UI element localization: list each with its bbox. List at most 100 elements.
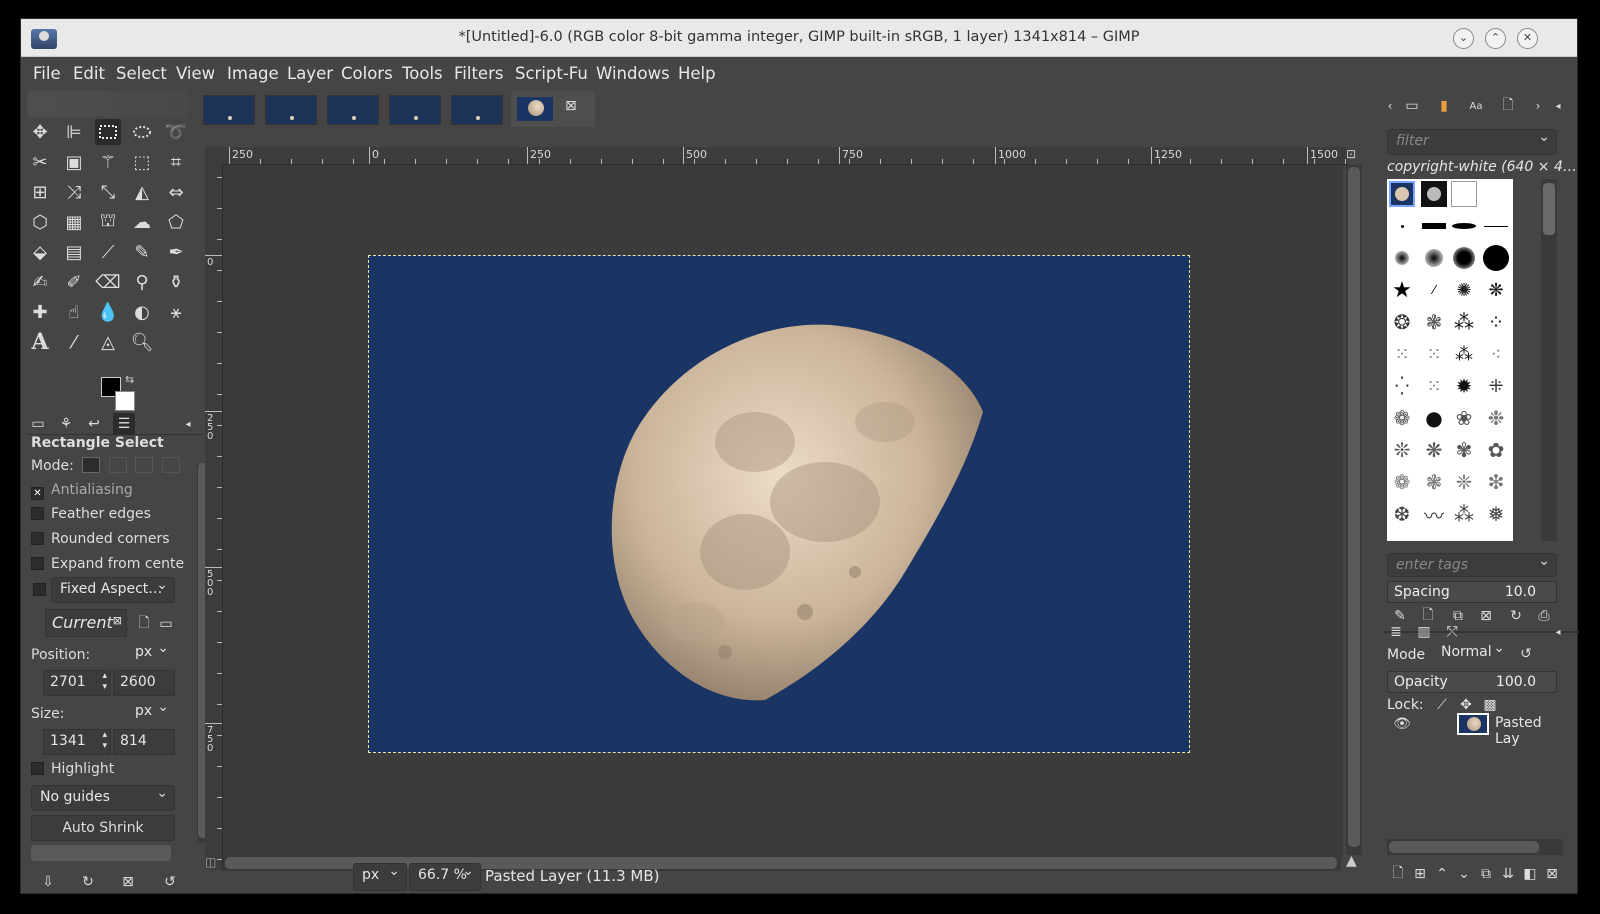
window-icon[interactable]: ▭ bbox=[155, 613, 177, 635]
image-viewport[interactable] bbox=[223, 165, 1343, 855]
brushes-tab-icon[interactable]: ▭ bbox=[1401, 95, 1423, 117]
position-x-input[interactable]: 2701 ▴ ▾ bbox=[43, 670, 111, 696]
mode-add-icon[interactable] bbox=[108, 457, 127, 473]
layer-mode-dropdown[interactable]: Normal bbox=[1433, 640, 1511, 667]
brush-item[interactable]: ⁂ bbox=[1451, 309, 1477, 335]
tool-options-tab-icon[interactable]: ☰ bbox=[113, 413, 135, 435]
new-layer-group-icon[interactable]: ⊞ bbox=[1409, 863, 1431, 885]
brush-item[interactable]: ❀ bbox=[1451, 405, 1477, 431]
dodge-burn-tool-icon[interactable]: ◐ bbox=[129, 299, 155, 325]
document-history-tab-icon[interactable]: 🗋︎ bbox=[1497, 95, 1519, 117]
brush-item[interactable]: ❁ bbox=[1389, 405, 1415, 431]
brush-item[interactable]: ⁙ bbox=[1421, 341, 1447, 367]
menu-tools[interactable]: Tools bbox=[402, 64, 443, 83]
clone-tool-icon[interactable]: ⚲ bbox=[129, 269, 155, 295]
patterns-tab-icon[interactable]: ▮ bbox=[1433, 95, 1455, 117]
channels-tab-icon[interactable]: ▥ bbox=[1413, 621, 1435, 643]
brush-item[interactable] bbox=[1421, 181, 1447, 207]
swap-colors-icon[interactable]: ⇆ bbox=[125, 373, 134, 386]
save-options-icon[interactable]: ⇩ bbox=[37, 871, 59, 893]
unit-dropdown[interactable]: px bbox=[353, 863, 407, 891]
scrollbar-thumb[interactable] bbox=[1348, 167, 1360, 847]
zoom-fit-icon[interactable]: ⊡ bbox=[1346, 147, 1356, 161]
fuzzy-select-tool-icon[interactable]: ⚚ bbox=[95, 149, 121, 175]
size-height-input[interactable]: 814 bbox=[113, 729, 175, 755]
brush-item[interactable]: ⁙ bbox=[1421, 373, 1447, 399]
spin-arrows-icon[interactable]: ▴ ▾ bbox=[102, 671, 107, 693]
vertical-ruler[interactable]: 0 250 500 750 bbox=[205, 165, 223, 870]
mode-intersect-icon[interactable] bbox=[161, 457, 180, 473]
maximize-button[interactable]: ⌃ bbox=[1485, 28, 1506, 49]
menu-file[interactable]: File bbox=[33, 64, 61, 83]
current-preset-field[interactable]: Current ⊠ bbox=[45, 609, 127, 637]
menu-filters[interactable]: Filters bbox=[454, 64, 503, 83]
layer-row[interactable]: 👁︎ Pasted Lay bbox=[1387, 709, 1563, 747]
brush-item[interactable]: ❋ bbox=[1421, 437, 1447, 463]
rotate-tool-icon[interactable]: ⤡ bbox=[95, 179, 121, 205]
heal-tool-icon[interactable]: ✚ bbox=[27, 299, 53, 325]
dock-menu-icon[interactable]: ◂ bbox=[1547, 95, 1569, 117]
mypaint-tool-icon[interactable]: ✐ bbox=[61, 269, 87, 295]
menu-layer[interactable]: Layer bbox=[287, 64, 333, 83]
scissors-tool-icon[interactable]: ✂ bbox=[27, 149, 53, 175]
rect-select-tool-icon[interactable] bbox=[95, 119, 121, 145]
brush-item[interactable]: ✹ bbox=[1451, 373, 1477, 399]
options-hscroll[interactable] bbox=[31, 845, 171, 861]
raise-layer-icon[interactable]: ⌃ bbox=[1431, 863, 1453, 885]
brush-item[interactable] bbox=[1483, 181, 1509, 207]
brush-item[interactable]: 〰 bbox=[1421, 501, 1447, 528]
fonts-tab-icon[interactable]: Aa bbox=[1465, 95, 1487, 117]
menu-script-fu[interactable]: Script-Fu bbox=[515, 64, 588, 83]
by-color-select-tool-icon[interactable]: ⬚ bbox=[129, 149, 155, 175]
auto-shrink-button[interactable]: Auto Shrink bbox=[31, 815, 175, 841]
foreground-select-tool-icon[interactable]: ▣ bbox=[61, 149, 87, 175]
brush-item[interactable]: ⁂ bbox=[1451, 501, 1477, 527]
warp-transform-tool-icon[interactable]: ⤨ bbox=[61, 179, 87, 205]
highlight-checkbox[interactable] bbox=[31, 762, 44, 775]
brush-item[interactable]: ❋ bbox=[1483, 277, 1509, 303]
cage-transform-tool-icon[interactable]: ▦ bbox=[61, 209, 87, 235]
position-unit-dropdown[interactable]: px bbox=[127, 640, 175, 667]
menu-help[interactable]: Help bbox=[678, 64, 716, 83]
duplicate-layer-icon[interactable]: ⧉ bbox=[1475, 863, 1497, 885]
zoom-tool-icon[interactable]: 🔍︎ bbox=[129, 329, 155, 355]
menu-select[interactable]: Select bbox=[116, 64, 167, 83]
chevron-left-icon[interactable]: ‹ bbox=[1379, 95, 1401, 117]
brush-item[interactable]: ❂ bbox=[1389, 309, 1415, 335]
brush-item[interactable]: ⁂ bbox=[1451, 341, 1477, 367]
brush-grid[interactable]: ★ ⁄ ✺ ❋ ❂ ❃ ⁂ ⁘ ⁙ ⁙ ⁂ ⁖ ⁛ ⁙ ✹ ⁜ ❁ ● ❀ ❉ … bbox=[1387, 179, 1513, 541]
ink-tool-icon[interactable]: ✍ bbox=[27, 269, 53, 295]
brush-item[interactable]: ❊ bbox=[1389, 437, 1415, 463]
brush-item[interactable]: ❇ bbox=[1483, 469, 1509, 495]
blur-tool-icon[interactable]: 💧 bbox=[95, 299, 121, 325]
brush-item[interactable]: ⁜ bbox=[1483, 373, 1509, 399]
expand-from-center-row[interactable]: Expand from cente bbox=[31, 556, 184, 572]
image-tab[interactable] bbox=[451, 95, 503, 125]
menu-edit[interactable]: Edit bbox=[73, 64, 105, 83]
horizontal-ruler[interactable]: 250 0 250 500 750 1000 1250 1500 bbox=[223, 147, 1348, 165]
brush-item[interactable]: ★ bbox=[1389, 277, 1415, 303]
brush-item[interactable] bbox=[1389, 181, 1415, 207]
layers-list[interactable]: 👁︎ Pasted Lay bbox=[1387, 709, 1563, 839]
quick-mask-toggle-icon[interactable]: ◫ bbox=[205, 855, 216, 869]
mask-layer-icon[interactable]: ◧ bbox=[1519, 863, 1541, 885]
brush-item[interactable]: ● bbox=[1421, 405, 1447, 431]
bucket-tool-icon[interactable]: ⛫ bbox=[95, 209, 121, 235]
background-color-swatch[interactable] bbox=[115, 391, 135, 411]
gradient-tool-icon[interactable]: ▤ bbox=[61, 239, 87, 265]
menu-view[interactable]: View bbox=[176, 64, 215, 83]
zoom-dropdown[interactable]: 66.7 % bbox=[409, 863, 481, 891]
brush-item[interactable] bbox=[1421, 245, 1447, 271]
brush-item[interactable]: ❈ bbox=[1451, 469, 1477, 495]
undo-history-tab-icon[interactable]: ↩ bbox=[83, 413, 105, 435]
scrollbar-thumb[interactable] bbox=[1389, 841, 1539, 853]
brush-item[interactable]: ❃ bbox=[1421, 469, 1447, 495]
lasso-tool-icon[interactable]: ➰ bbox=[163, 119, 189, 145]
unified-transform-tool-icon[interactable]: ⊞ bbox=[27, 179, 53, 205]
brush-item[interactable] bbox=[1483, 213, 1509, 239]
handle-transform-tool-icon[interactable]: ⬠ bbox=[163, 209, 189, 235]
highlight-row[interactable]: Highlight bbox=[31, 761, 114, 777]
opacity-slider[interactable]: Opacity 100.0 bbox=[1387, 671, 1557, 693]
menu-image[interactable]: Image bbox=[227, 64, 279, 83]
brush-item[interactable]: ⁙ bbox=[1389, 341, 1415, 367]
